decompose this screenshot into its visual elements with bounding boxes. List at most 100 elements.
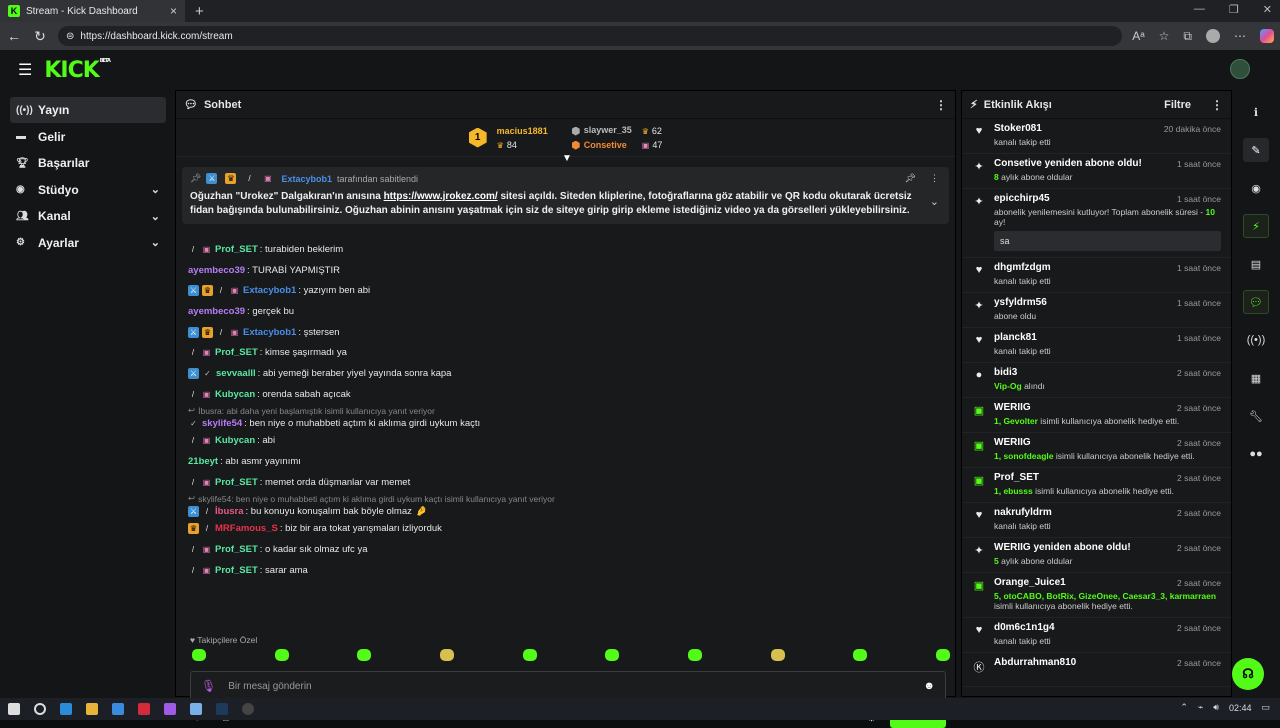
activity-event[interactable]: ✦ WERIIG yeniden abone oldu! 2 saat önce 5 … <box>962 538 1231 573</box>
pinned-more-icon[interactable]: ⋮ <box>930 173 939 184</box>
edit-icon[interactable]: ✎ <box>1243 138 1269 162</box>
sidebar-item-gelir[interactable]: ▬ Gelir <box>10 124 166 150</box>
event-username[interactable]: epicchirp45 <box>994 193 1177 204</box>
activity-event[interactable]: ▣ Prof_SET 2 saat önce 1, ebusss isimli kul… <box>962 468 1231 503</box>
chat-username[interactable]: skylife54 <box>202 418 242 429</box>
chat-message[interactable]: ayembeco39: TURABİ YAPMIŞTIR <box>188 260 948 281</box>
app-icon[interactable] <box>164 703 176 715</box>
edge-icon[interactable] <box>60 703 72 715</box>
activity-event[interactable]: ✦ epicchirp45 1 saat önce abonelik yenileme… <box>962 189 1231 258</box>
chat-username[interactable]: MRFamous_S <box>215 523 278 534</box>
chat-message[interactable]: ⚔ ♛ / ▣ Extacybob1: yazıyım ben abi <box>188 280 948 301</box>
emote-icon[interactable] <box>357 649 372 661</box>
activity-event[interactable]: ♥ Stoker081 20 dakika önce kanalı takip ett… <box>962 119 1231 154</box>
emote-icon[interactable] <box>439 649 454 661</box>
menu-icon[interactable]: ☰ <box>18 60 32 80</box>
event-username[interactable]: nakrufyldrm <box>994 507 1177 518</box>
profile-icon[interactable] <box>1206 29 1220 43</box>
chat-message[interactable]: / ▣ Prof_SET: o kadar sık olmaz ufc ya <box>188 539 948 560</box>
connections-icon[interactable]: ●● <box>1243 442 1269 466</box>
close-window-icon[interactable]: ✕ <box>1263 3 1272 16</box>
more-icon[interactable]: ⋯ <box>1234 29 1246 43</box>
sidebar-item-studyo[interactable]: ◉ Stüdyo ⌄ <box>10 177 166 203</box>
emote-icon[interactable] <box>522 649 537 661</box>
emote-icon[interactable] <box>274 649 289 661</box>
steam-icon[interactable] <box>216 703 228 715</box>
maximize-icon[interactable]: ❐ <box>1229 3 1239 16</box>
pinner-name[interactable]: Extacybob1 <box>281 174 332 184</box>
chat-message[interactable]: / ▣ Prof_SET: turabiden beklerim <box>188 239 948 260</box>
new-tab-icon[interactable]: + <box>195 3 204 20</box>
minimize-icon[interactable]: — <box>1194 3 1205 16</box>
event-username[interactable]: planck81 <box>994 332 1177 343</box>
chat-message[interactable]: ⚔ / İbusra: bu konuyu konuşalım bak böyle … <box>188 505 948 519</box>
read-aloud-icon[interactable]: Aᵃ <box>1132 29 1144 43</box>
event-username[interactable]: ysfyldrm56 <box>994 297 1177 308</box>
collapse-leaderboard-icon[interactable]: ▼ <box>562 153 572 164</box>
chat-username[interactable]: Prof_SET <box>215 477 258 488</box>
browser-app-icon[interactable] <box>190 703 202 715</box>
sidebar-item-kanal[interactable]: 👥︎ Kanal ⌄ <box>10 203 166 229</box>
user-avatar[interactable] <box>1230 59 1250 79</box>
unpin-icon[interactable]: 📌︎ <box>905 173 916 184</box>
chat-bubble-icon[interactable]: 💬︎ <box>1243 290 1269 314</box>
chat-username[interactable]: Prof_SET <box>215 347 258 358</box>
activity-event[interactable]: ♥ nakrufyldrm 2 saat önce kanalı takip etti <box>962 503 1231 538</box>
event-username[interactable]: WERIIG <box>994 402 1177 413</box>
emote-icon[interactable] <box>853 649 868 661</box>
chat-username[interactable]: Extacybob1 <box>243 285 296 296</box>
chat-message[interactable]: / ▣ Prof_SET: sarar ama <box>188 560 948 581</box>
site-info-icon[interactable]: ⊜ <box>66 31 74 42</box>
notification-icon[interactable]: ▭ <box>1261 702 1270 713</box>
windows-start-icon[interactable] <box>8 703 20 715</box>
chat-message[interactable]: ayembeco39: gerçek bu <box>188 301 948 322</box>
chat-username[interactable]: İbusra <box>215 506 244 517</box>
emote-icon[interactable] <box>605 649 620 661</box>
chat-username[interactable]: ayembeco39 <box>188 306 245 317</box>
activity-event[interactable]: ▣ WERIIG 2 saat önce 1, sonofdeagle isimli … <box>962 433 1231 468</box>
kick-logo[interactable]: KICKBETA <box>44 58 111 83</box>
chat-username[interactable]: Kubycan <box>215 435 255 446</box>
chat-username[interactable]: Prof_SET <box>215 565 258 576</box>
activity-event[interactable]: Ⓚ Abdurrahman810 2 saat önce <box>962 653 1231 687</box>
chat-username[interactable]: Kubycan <box>215 389 255 400</box>
folder-icon[interactable] <box>86 703 98 715</box>
lightning-icon[interactable]: ⚡︎ <box>1243 214 1269 238</box>
activity-event[interactable]: ● bidi3 2 saat önce Vip-Og alındı <box>962 363 1231 398</box>
event-username[interactable]: Stoker081 <box>994 123 1164 134</box>
chat-message[interactable]: / ▣ Kubycan: orenda sabah açıcak <box>188 384 948 405</box>
event-username[interactable]: Consetive yeniden abone oldu! <box>994 158 1177 169</box>
opera-icon[interactable] <box>138 703 150 715</box>
chat-message[interactable]: / ▣ Kubycan: abi <box>188 431 948 452</box>
chat-username[interactable]: Extacybob1 <box>243 327 296 338</box>
reload-icon[interactable]: ↻ <box>32 28 48 45</box>
copilot-icon[interactable] <box>1260 29 1274 43</box>
sidebar-item-yayin[interactable]: ((•)) Yayın <box>10 97 166 123</box>
chat-username[interactable]: Prof_SET <box>215 244 258 255</box>
storage-icon[interactable]: ▦ <box>1243 366 1269 390</box>
expand-pinned-icon[interactable]: ⌄ <box>930 195 939 208</box>
broadcast-icon[interactable]: ((•)) <box>1243 328 1269 352</box>
network-icon[interactable]: ⌁ <box>1198 702 1203 713</box>
support-chat-button[interactable]: ☊ <box>1232 658 1264 690</box>
chat-message[interactable]: ✓ skylife54: ben niye o muhabbeti açtım k… <box>188 417 948 431</box>
event-username[interactable]: d0m6c1n1g4 <box>994 622 1177 633</box>
back-icon[interactable]: ← <box>6 28 22 44</box>
emote-icon[interactable] <box>192 649 206 661</box>
activity-more-icon[interactable]: ⋮ <box>1211 98 1223 112</box>
tray-chevron-icon[interactable]: ⌃ <box>1180 702 1188 713</box>
chat-more-icon[interactable]: ⋮ <box>935 98 947 112</box>
activity-event[interactable]: ✦ ysfyldrm56 1 saat önce abone oldu <box>962 293 1231 328</box>
event-username[interactable]: bidi3 <box>994 367 1177 378</box>
leaderboard-rest[interactable]: slaywer_35 Consetive <box>571 125 632 150</box>
chat-message[interactable]: ♛ / MRFamous_S: biz bir ara tokat yarışmal… <box>188 519 948 540</box>
obs-icon[interactable] <box>242 703 254 715</box>
activity-event[interactable]: ▣ WERIIG 2 saat önce 1, Gevolter isimli kul… <box>962 398 1231 433</box>
chat-message[interactable]: ⚔ ✓ sevvaalll: abi yemeği beraber yiyel ya… <box>188 363 948 384</box>
event-username[interactable]: WERIIG yeniden abone oldu! <box>994 542 1177 553</box>
url-field[interactable]: ⊜ https://dashboard.kick.com/stream <box>58 26 1123 46</box>
wrench-icon[interactable]: 🔧︎ <box>1243 404 1269 428</box>
chat-message[interactable]: 21beyt: abı asmr yayınımı <box>188 451 948 472</box>
chat-message[interactable]: / ▣ Prof_SET: memet orda düşmanlar var mem… <box>188 472 948 493</box>
volume-icon[interactable]: 🔊︎ <box>1213 702 1219 713</box>
